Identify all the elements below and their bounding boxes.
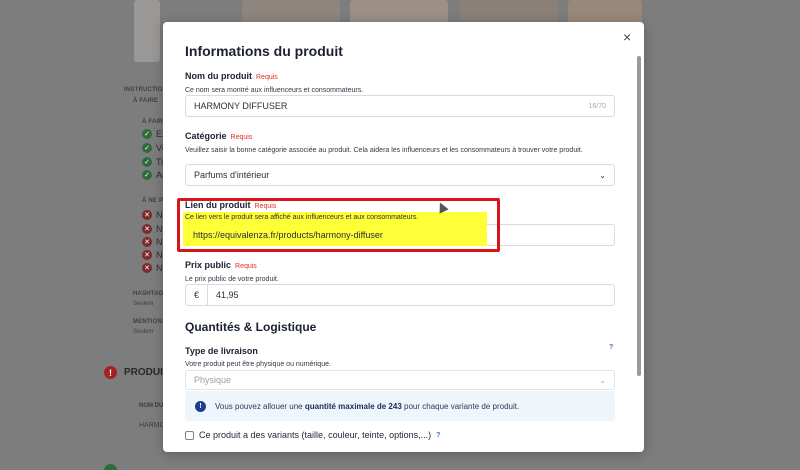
harmony-text: HARMO bbox=[139, 422, 166, 429]
check-icon: ✓ bbox=[142, 157, 152, 167]
highlight-box bbox=[177, 198, 500, 252]
nom-du-label: NOM DU bbox=[139, 403, 164, 409]
category-value: Parfums d'intérieur bbox=[194, 170, 270, 180]
product-name-help: Ce nom sera montré aux influenceurs et c… bbox=[185, 87, 364, 94]
dont-item: N bbox=[156, 210, 163, 220]
question-mark-icon[interactable]: ? bbox=[436, 432, 440, 439]
price-label: Prix public Requis bbox=[185, 260, 257, 270]
info-text: Vous pouvez allouer une quantité maximal… bbox=[215, 401, 520, 411]
variants-option[interactable]: Ce produit a des variants (taille, coule… bbox=[185, 430, 440, 440]
product-link-value[interactable]: https://equivalenza.fr/products/harmony-… bbox=[193, 230, 383, 240]
product-name-input[interactable]: HARMONY DIFFUSER 16/70 bbox=[185, 95, 615, 117]
product-link-help: Ce lien vers le produit sera affiché aux… bbox=[185, 214, 419, 221]
delivery-type-select[interactable]: Physique ⌄ bbox=[185, 370, 615, 390]
info-icon: ! bbox=[195, 400, 206, 412]
product-name-value: HARMONY DIFFUSER bbox=[194, 101, 288, 111]
hashtags-value: Seulem bbox=[133, 301, 154, 307]
required-badge: Requis bbox=[230, 134, 253, 141]
required-badge: Requis bbox=[235, 263, 257, 270]
char-counter: 16/70 bbox=[588, 102, 606, 110]
dont-item: N bbox=[156, 224, 163, 234]
chevron-down-icon: ⌄ bbox=[599, 170, 606, 180]
category-label: Catégorie Requis bbox=[185, 131, 253, 141]
cross-icon: ✕ bbox=[142, 263, 152, 273]
dont-item: N bbox=[156, 237, 163, 247]
ne-pas-faire-label: À NE P bbox=[142, 198, 164, 204]
cross-icon: ✕ bbox=[142, 250, 152, 260]
dont-item: N bbox=[156, 263, 163, 273]
product-name-label: Nom du produit Requis bbox=[185, 71, 278, 81]
cross-icon: ✕ bbox=[142, 210, 152, 220]
price-value: 41,95 bbox=[216, 290, 239, 300]
chevron-down-icon: ⌄ bbox=[599, 375, 606, 385]
modal-scrollbar[interactable] bbox=[637, 56, 641, 376]
cross-icon: ✕ bbox=[142, 224, 152, 234]
quantity-info-banner: ! Vous pouvez allouer une quantité maxim… bbox=[185, 391, 615, 421]
dont-item: N bbox=[156, 250, 163, 260]
logistics-section-title: Quantités & Logistique bbox=[185, 320, 317, 334]
price-help: Le prix public de votre produit. bbox=[185, 276, 279, 283]
check-icon: ✓ bbox=[142, 129, 152, 139]
alert-icon: ! bbox=[104, 366, 117, 379]
modal-title: Informations du produit bbox=[185, 43, 343, 59]
check-icon: ✓ bbox=[142, 143, 152, 153]
delivery-type-help: Votre produit peut être physique ou numé… bbox=[185, 361, 331, 368]
hashtags-label: HASHTAG bbox=[133, 291, 164, 297]
cross-icon: ✕ bbox=[142, 237, 152, 247]
status-dot bbox=[104, 464, 117, 470]
required-badge: Requis bbox=[256, 74, 278, 81]
currency-symbol: € bbox=[186, 285, 208, 305]
check-icon: ✓ bbox=[142, 170, 152, 180]
mentions-label: MENTIONS bbox=[133, 319, 167, 325]
price-input[interactable]: € 41,95 bbox=[185, 284, 615, 306]
question-mark-icon[interactable]: ? bbox=[609, 344, 613, 351]
mentions-value: Seulem bbox=[133, 329, 154, 335]
product-thumbnail bbox=[134, 0, 160, 62]
close-icon[interactable]: × bbox=[623, 30, 631, 44]
category-help: Veuillez saisir la bonne catégorie assoc… bbox=[185, 147, 583, 154]
variants-checkbox[interactable] bbox=[185, 430, 194, 440]
instructions-label: INSTRUCTIO bbox=[124, 87, 163, 93]
category-select[interactable]: Parfums d'intérieur ⌄ bbox=[185, 164, 615, 186]
variants-label: Ce produit a des variants (taille, coule… bbox=[199, 430, 432, 440]
delivery-type-value: Physique bbox=[194, 375, 232, 385]
a-faire-label: À FAIRE bbox=[133, 98, 159, 104]
delivery-type-label: Type de livraison bbox=[185, 346, 258, 356]
